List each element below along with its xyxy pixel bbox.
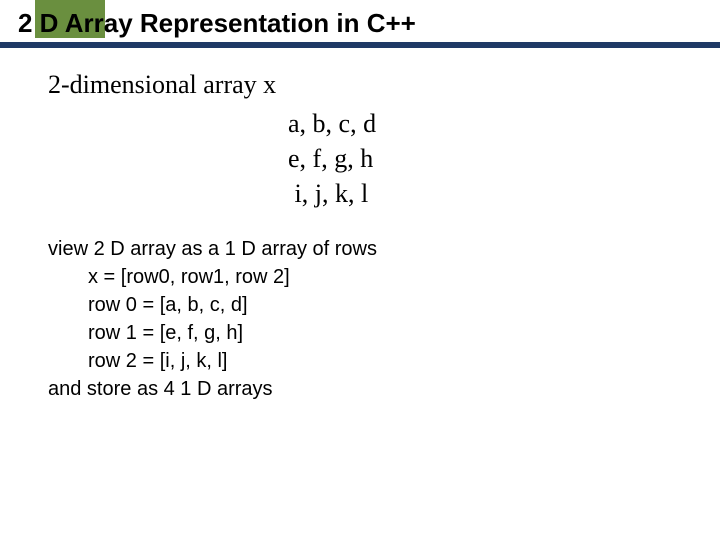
array-block: a, b, c, d e, f, g, h i, j, k, l [288,106,376,211]
array-row-0: a, b, c, d [288,106,376,141]
array-row-1: e, f, g, h [288,141,376,176]
body-block: view 2 D array as a 1 D array of rows x … [48,235,377,403]
body-line-x: x = [row0, row1, row 2] [48,263,377,291]
title-underline [0,42,720,48]
body-line-row2: row 2 = [i, j, k, l] [48,347,377,375]
body-line-last: and store as 4 1 D arrays [48,375,377,403]
slide-title: 2 D Array Representation in C++ [18,8,416,39]
array-row-2: i, j, k, l [288,176,376,211]
body-line-row1: row 1 = [e, f, g, h] [48,319,377,347]
intro-text: 2-dimensional array x [48,70,276,100]
body-line-view: view 2 D array as a 1 D array of rows [48,235,377,263]
body-line-row0: row 0 = [a, b, c, d] [48,291,377,319]
